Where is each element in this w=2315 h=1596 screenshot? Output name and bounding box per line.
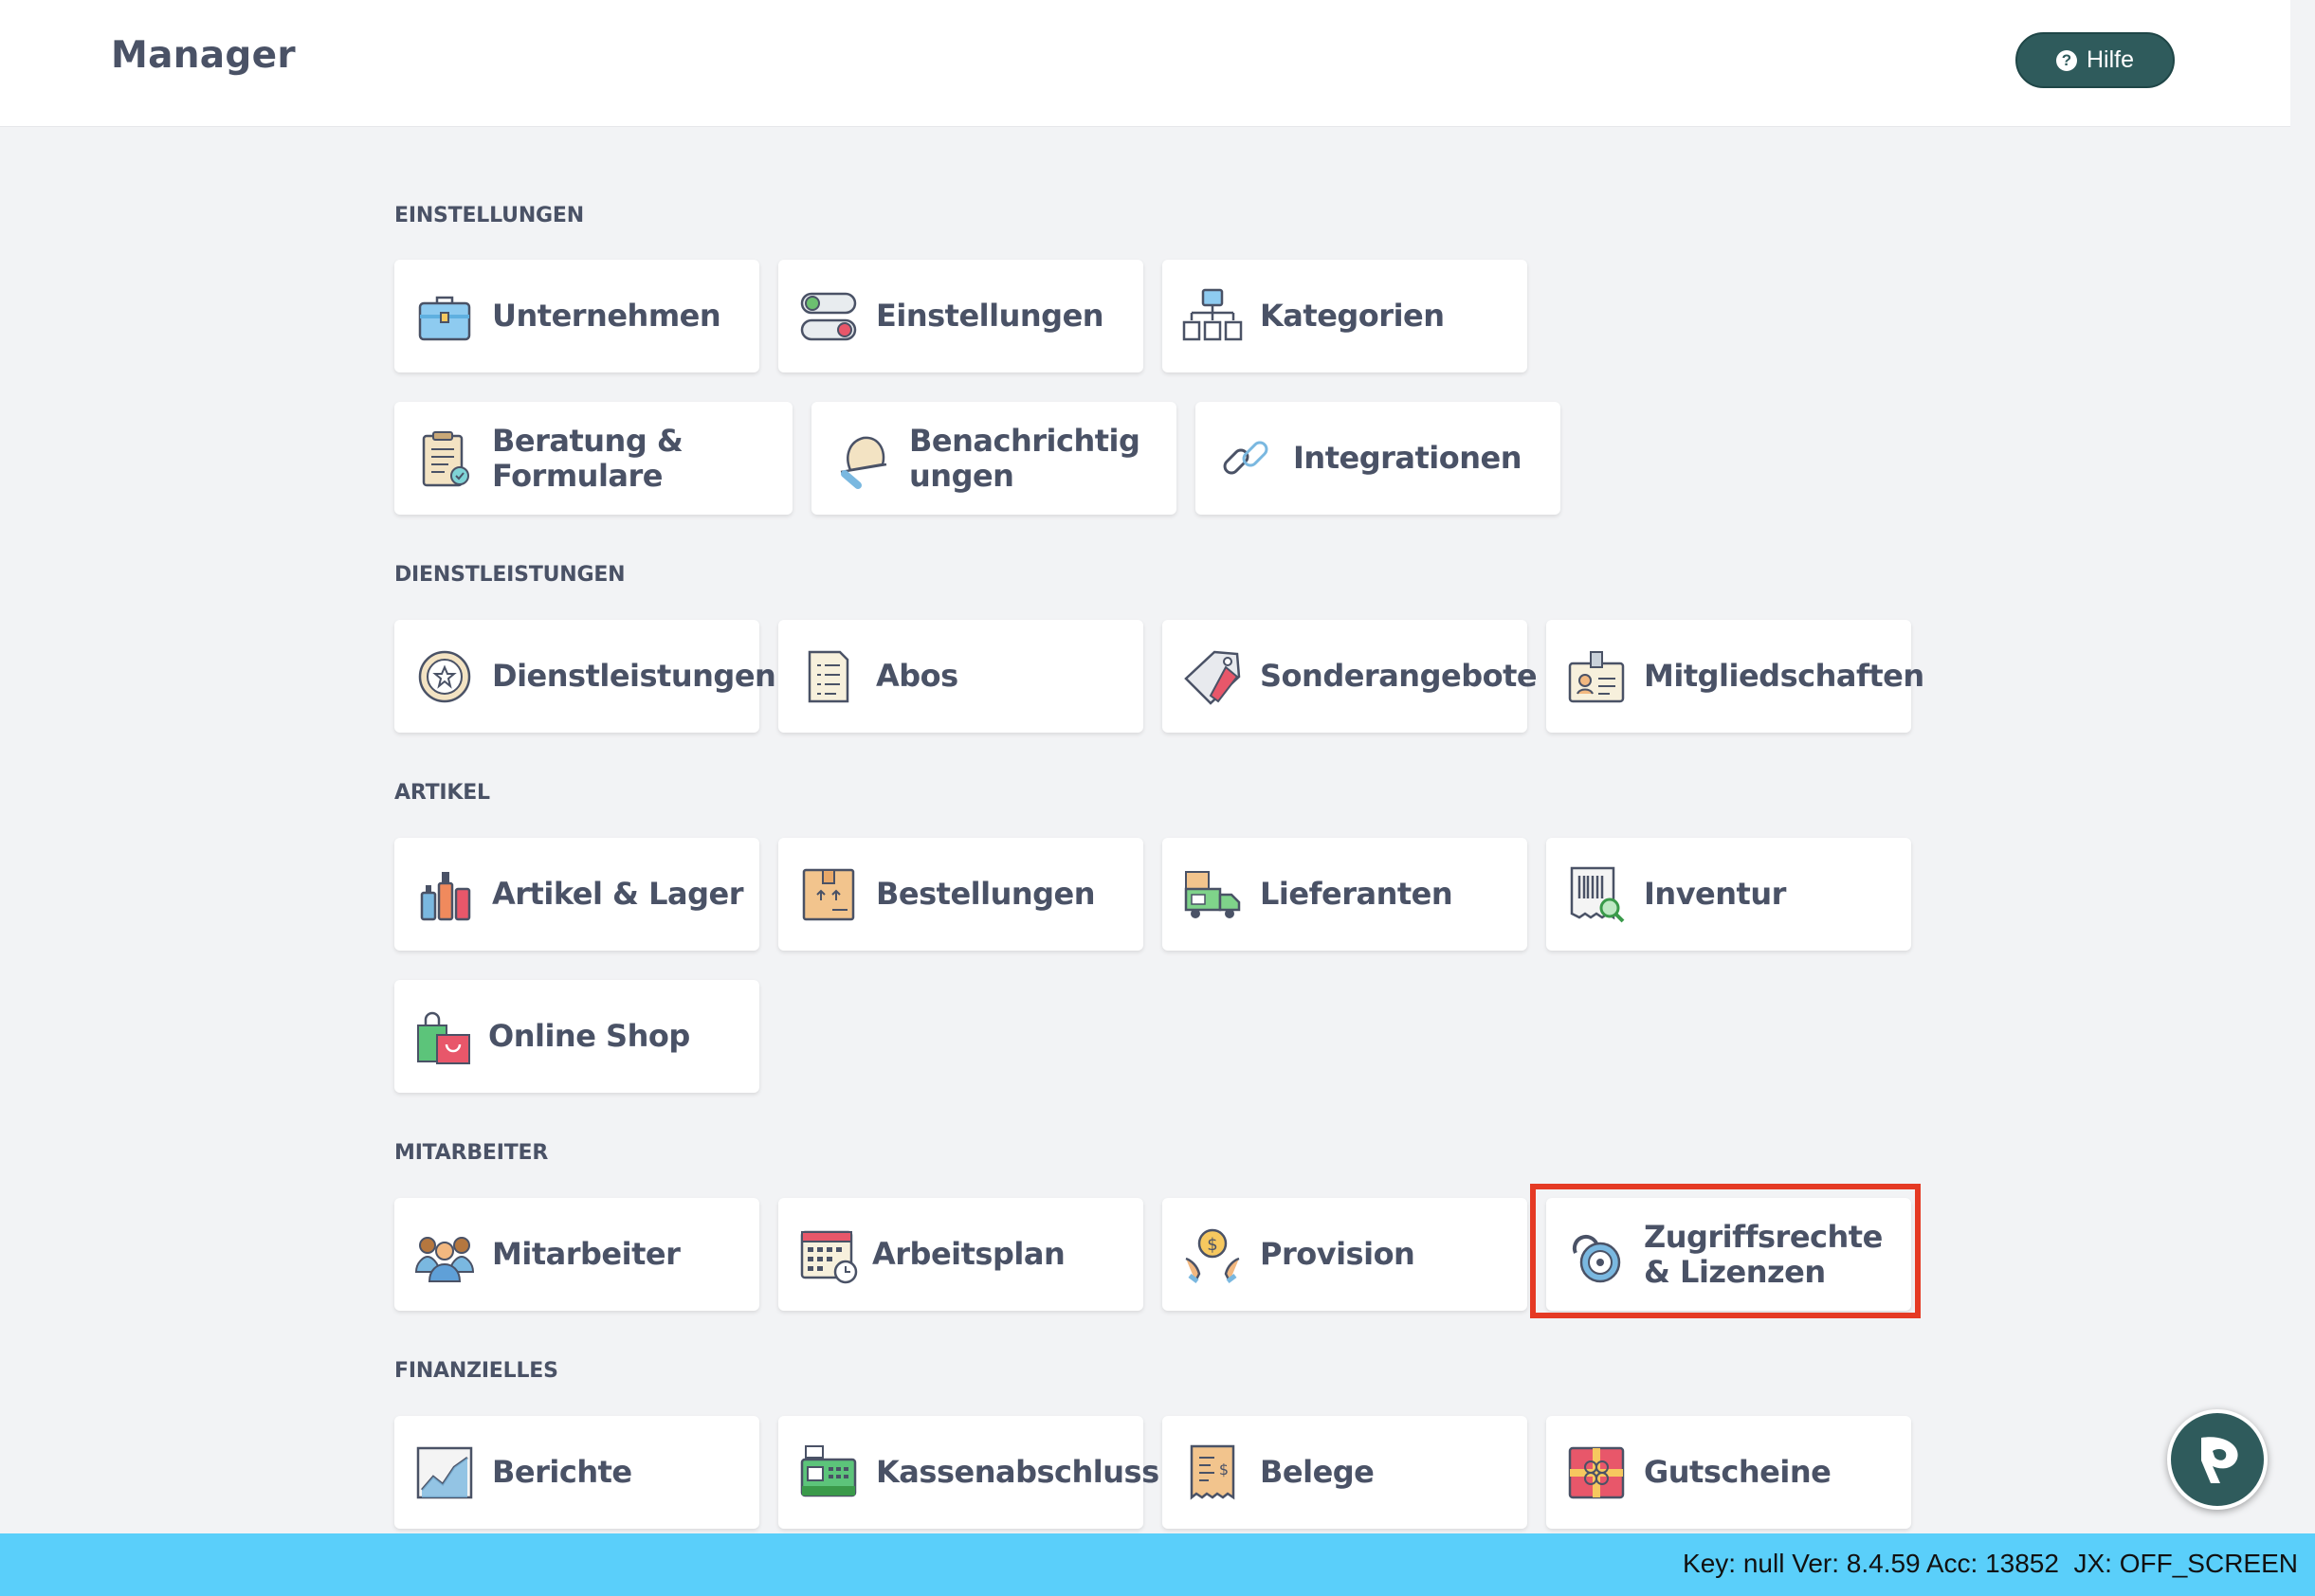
card-label: Artikel & Lager [492, 876, 743, 912]
svg-text:$: $ [1219, 1460, 1229, 1478]
briefcase-icon [414, 286, 475, 347]
card-kategorien[interactable]: Kategorien [1162, 260, 1527, 372]
section-title-mitarbeiter: MITARBEITER [394, 1141, 549, 1165]
card-sonderangebote[interactable]: Sonderangebote [1162, 620, 1538, 733]
section-title-finanzielles: FINANZIELLES [394, 1359, 558, 1383]
card-unternehmen[interactable]: Unternehmen [394, 260, 759, 372]
help-button[interactable]: ? Hilfe [2015, 32, 2175, 88]
card-label: Online Shop [488, 1018, 690, 1054]
card-label: Provision [1260, 1236, 1415, 1272]
card-label: Kategorien [1260, 298, 1445, 334]
barcode-scan-icon [1566, 864, 1627, 925]
shopping-bag-icon [414, 1007, 475, 1067]
card-label: Integrationen [1293, 440, 1522, 476]
section-title-einstellungen: EINSTELLUNGEN [394, 204, 584, 227]
id-badge-icon [1566, 646, 1627, 707]
card-label: Dienstleistungen [492, 658, 776, 694]
card-belege[interactable]: $ Belege [1162, 1416, 1527, 1529]
card-label: Belege [1260, 1454, 1375, 1490]
gift-voucher-icon [1566, 1442, 1627, 1503]
calendar-clock-icon [798, 1224, 859, 1285]
card-bestellungen[interactable]: Bestellungen [778, 838, 1143, 951]
card-beratung-formulare[interactable]: Beratung & Formulare [394, 402, 793, 515]
card-online-shop[interactable]: Online Shop [394, 980, 759, 1093]
assistant-fab-button[interactable] [2167, 1409, 2268, 1510]
bell-icon [831, 428, 892, 489]
card-label: Bestellungen [876, 876, 1096, 912]
card-kassenabschluss[interactable]: Kassenabschluss [778, 1416, 1159, 1529]
card-label: Gutscheine [1644, 1454, 1832, 1490]
card-berichte[interactable]: Berichte [394, 1416, 759, 1529]
card-integrationen[interactable]: Integrationen [1195, 402, 1560, 515]
delivery-truck-icon [1182, 864, 1243, 925]
receipt-icon: $ [1182, 1442, 1243, 1503]
card-label: Benachrichtigungen [909, 422, 1140, 494]
team-people-icon [414, 1224, 475, 1285]
debug-status-bar: Key: null Ver: 8.4.59 Acc: 13852 JX: OFF… [0, 1533, 2315, 1596]
selection-highlight [1530, 1184, 1921, 1318]
card-artikel-lager[interactable]: Artikel & Lager [394, 838, 759, 951]
card-label: Beratung & Formulare [492, 422, 684, 494]
card-provision[interactable]: $ Provision [1162, 1198, 1527, 1311]
card-mitarbeiter[interactable]: Mitarbeiter [394, 1198, 759, 1311]
page-title: Manager [111, 34, 296, 77]
card-label: Mitgliedschaften [1644, 658, 1924, 694]
price-tag-icon [1182, 646, 1243, 707]
card-label: Mitarbeiter [492, 1236, 681, 1272]
card-einstellungen[interactable]: Einstellungen [778, 260, 1143, 372]
card-label: Einstellungen [876, 298, 1104, 334]
card-label: Arbeitsplan [872, 1236, 1066, 1272]
help-button-label: Hilfe [2086, 46, 2134, 73]
card-label: Lieferanten [1260, 876, 1453, 912]
cash-register-icon [798, 1442, 859, 1503]
toggle-switches-icon [798, 286, 859, 347]
card-label: Berichte [492, 1454, 632, 1490]
section-title-dienstleistungen: DIENSTLEISTUNGEN [394, 563, 626, 587]
hierarchy-icon [1182, 286, 1243, 347]
svg-text:$: $ [1207, 1235, 1217, 1255]
growth-chart-icon [414, 1442, 475, 1503]
card-arbeitsplan[interactable]: Arbeitsplan [778, 1198, 1143, 1311]
chain-link-icon [1215, 428, 1276, 489]
card-dienstleistungen[interactable]: Dienstleistungen [394, 620, 776, 733]
card-gutscheine[interactable]: Gutscheine [1546, 1416, 1911, 1529]
status-text: Key: null Ver: 8.4.59 Acc: 13852 JX: OFF… [1683, 1549, 2298, 1578]
card-benachrichtigungen[interactable]: Benachrichtigungen [811, 402, 1176, 515]
clipboard-form-icon [414, 428, 475, 489]
card-label: Abos [876, 658, 958, 694]
brand-logo-icon [2201, 1437, 2238, 1483]
hands-coin-icon: $ [1182, 1224, 1243, 1285]
card-abos[interactable]: Abos [778, 620, 1143, 733]
document-list-icon [798, 646, 859, 707]
service-badge-icon [414, 646, 475, 707]
package-box-icon [798, 864, 859, 925]
card-label: Unternehmen [492, 298, 721, 334]
top-bar: Manager ? Hilfe [0, 0, 2290, 127]
card-lieferanten[interactable]: Lieferanten [1162, 838, 1527, 951]
section-title-artikel: ARTIKEL [394, 781, 490, 805]
card-label: Sonderangebote [1260, 658, 1538, 694]
card-inventur[interactable]: Inventur [1546, 838, 1911, 951]
card-label: Kassenabschluss [876, 1454, 1159, 1490]
cosmetic-bottles-icon [414, 864, 475, 925]
question-circle-icon: ? [2055, 49, 2077, 71]
card-label: Inventur [1644, 876, 1786, 912]
card-mitgliedschaften[interactable]: Mitgliedschaften [1546, 620, 1924, 733]
